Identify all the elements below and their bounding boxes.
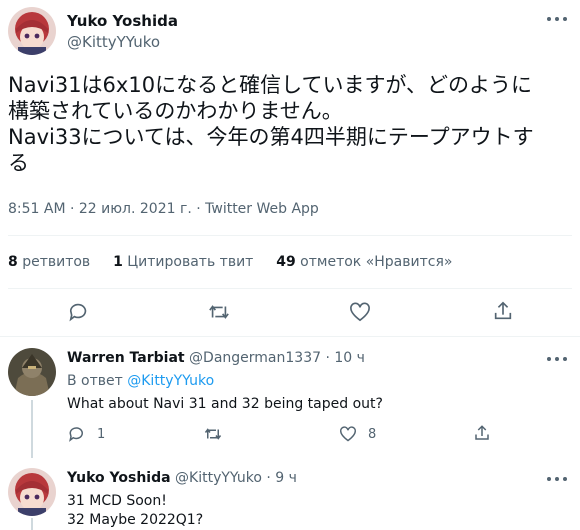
reply-author-name[interactable]: Warren Tarbiat	[67, 350, 185, 366]
tweet-text-line: Navi31は6x10になると確信していますが、どのように	[8, 73, 533, 97]
reply-text-line: 31 MCD Soon!	[67, 493, 167, 509]
reply-avatar[interactable]	[8, 348, 56, 396]
like-icon[interactable]	[349, 302, 371, 322]
retweet-icon[interactable]	[203, 425, 223, 443]
tweet-timestamp[interactable]: 8:51 AM · 22 июл. 2021 г. · Twitter Web …	[8, 201, 319, 217]
reply-to-line: В ответ @KittyYYuko	[67, 373, 214, 389]
reply-text: What about Navi 31 and 32 being taped ou…	[67, 396, 383, 412]
reply-avatar[interactable]	[8, 468, 56, 516]
divider	[0, 336, 580, 337]
reply-author-name[interactable]: Yuko Yoshida	[67, 470, 171, 486]
quotes-label: Цитировать твит	[127, 254, 254, 270]
tweet-text-line: る	[8, 151, 29, 175]
tweet-text: Navi31は6x10になると確信していますが、どのように 構築されているのかわ…	[8, 72, 572, 176]
thread-line	[31, 518, 33, 530]
more-options-icon[interactable]	[545, 14, 569, 24]
reply-author-handle[interactable]: @KittyYYuko	[175, 470, 262, 486]
tweet-text-line: 構築されているのかわかりません。	[8, 99, 343, 123]
likes-count: 49	[276, 254, 296, 270]
quotes-count: 1	[113, 254, 123, 270]
reply-to-handle[interactable]: @KittyYYuko	[127, 373, 214, 389]
quotes-stat[interactable]: 1 Цитировать твит	[113, 254, 258, 270]
like-icon[interactable]	[339, 426, 357, 442]
reply-author-handle[interactable]: @Dangerman1337	[189, 350, 321, 366]
reply-more-options-icon[interactable]	[545, 474, 569, 484]
share-icon[interactable]	[473, 424, 491, 442]
stats-row: 8 ретвитов 1 Цитировать твит 49 отметок …	[8, 254, 452, 270]
reply-more-options-icon[interactable]	[545, 354, 569, 364]
likes-label: отметок «Нравится»	[300, 254, 453, 270]
author-handle[interactable]: @KittyYYuko	[67, 33, 160, 51]
reply-header: Yuko Yoshida @KittyYYuko · 9 ч	[67, 470, 297, 486]
thread-line	[31, 400, 33, 458]
retweets-label: ретвитов	[22, 254, 91, 270]
reply-time[interactable]: · 9 ч	[266, 470, 297, 486]
reply-time[interactable]: · 10 ч	[325, 350, 364, 366]
reply-count: 1	[97, 427, 106, 442]
reply-to-prefix: В ответ	[67, 373, 123, 389]
reply-header: Warren Tarbiat @Dangerman1337 · 10 ч	[67, 350, 365, 366]
reply-icon[interactable]	[68, 301, 90, 323]
retweet-icon[interactable]	[207, 301, 231, 323]
tweet-text-line: Navi33については、今年の第4四半期にテープアウトす	[8, 125, 534, 149]
author-name[interactable]: Yuko Yoshida	[67, 12, 178, 30]
share-icon[interactable]	[492, 300, 514, 322]
reply-text-line: 32 Maybe 2022Q1?	[67, 512, 204, 528]
divider	[8, 235, 572, 236]
author-avatar[interactable]	[8, 7, 56, 55]
like-count: 8	[368, 427, 377, 442]
retweets-count: 8	[8, 254, 18, 270]
divider	[8, 288, 572, 289]
reply-icon[interactable]	[68, 425, 86, 443]
likes-stat[interactable]: 49 отметок «Нравится»	[276, 254, 452, 270]
retweets-stat[interactable]: 8 ретвитов	[8, 254, 95, 270]
